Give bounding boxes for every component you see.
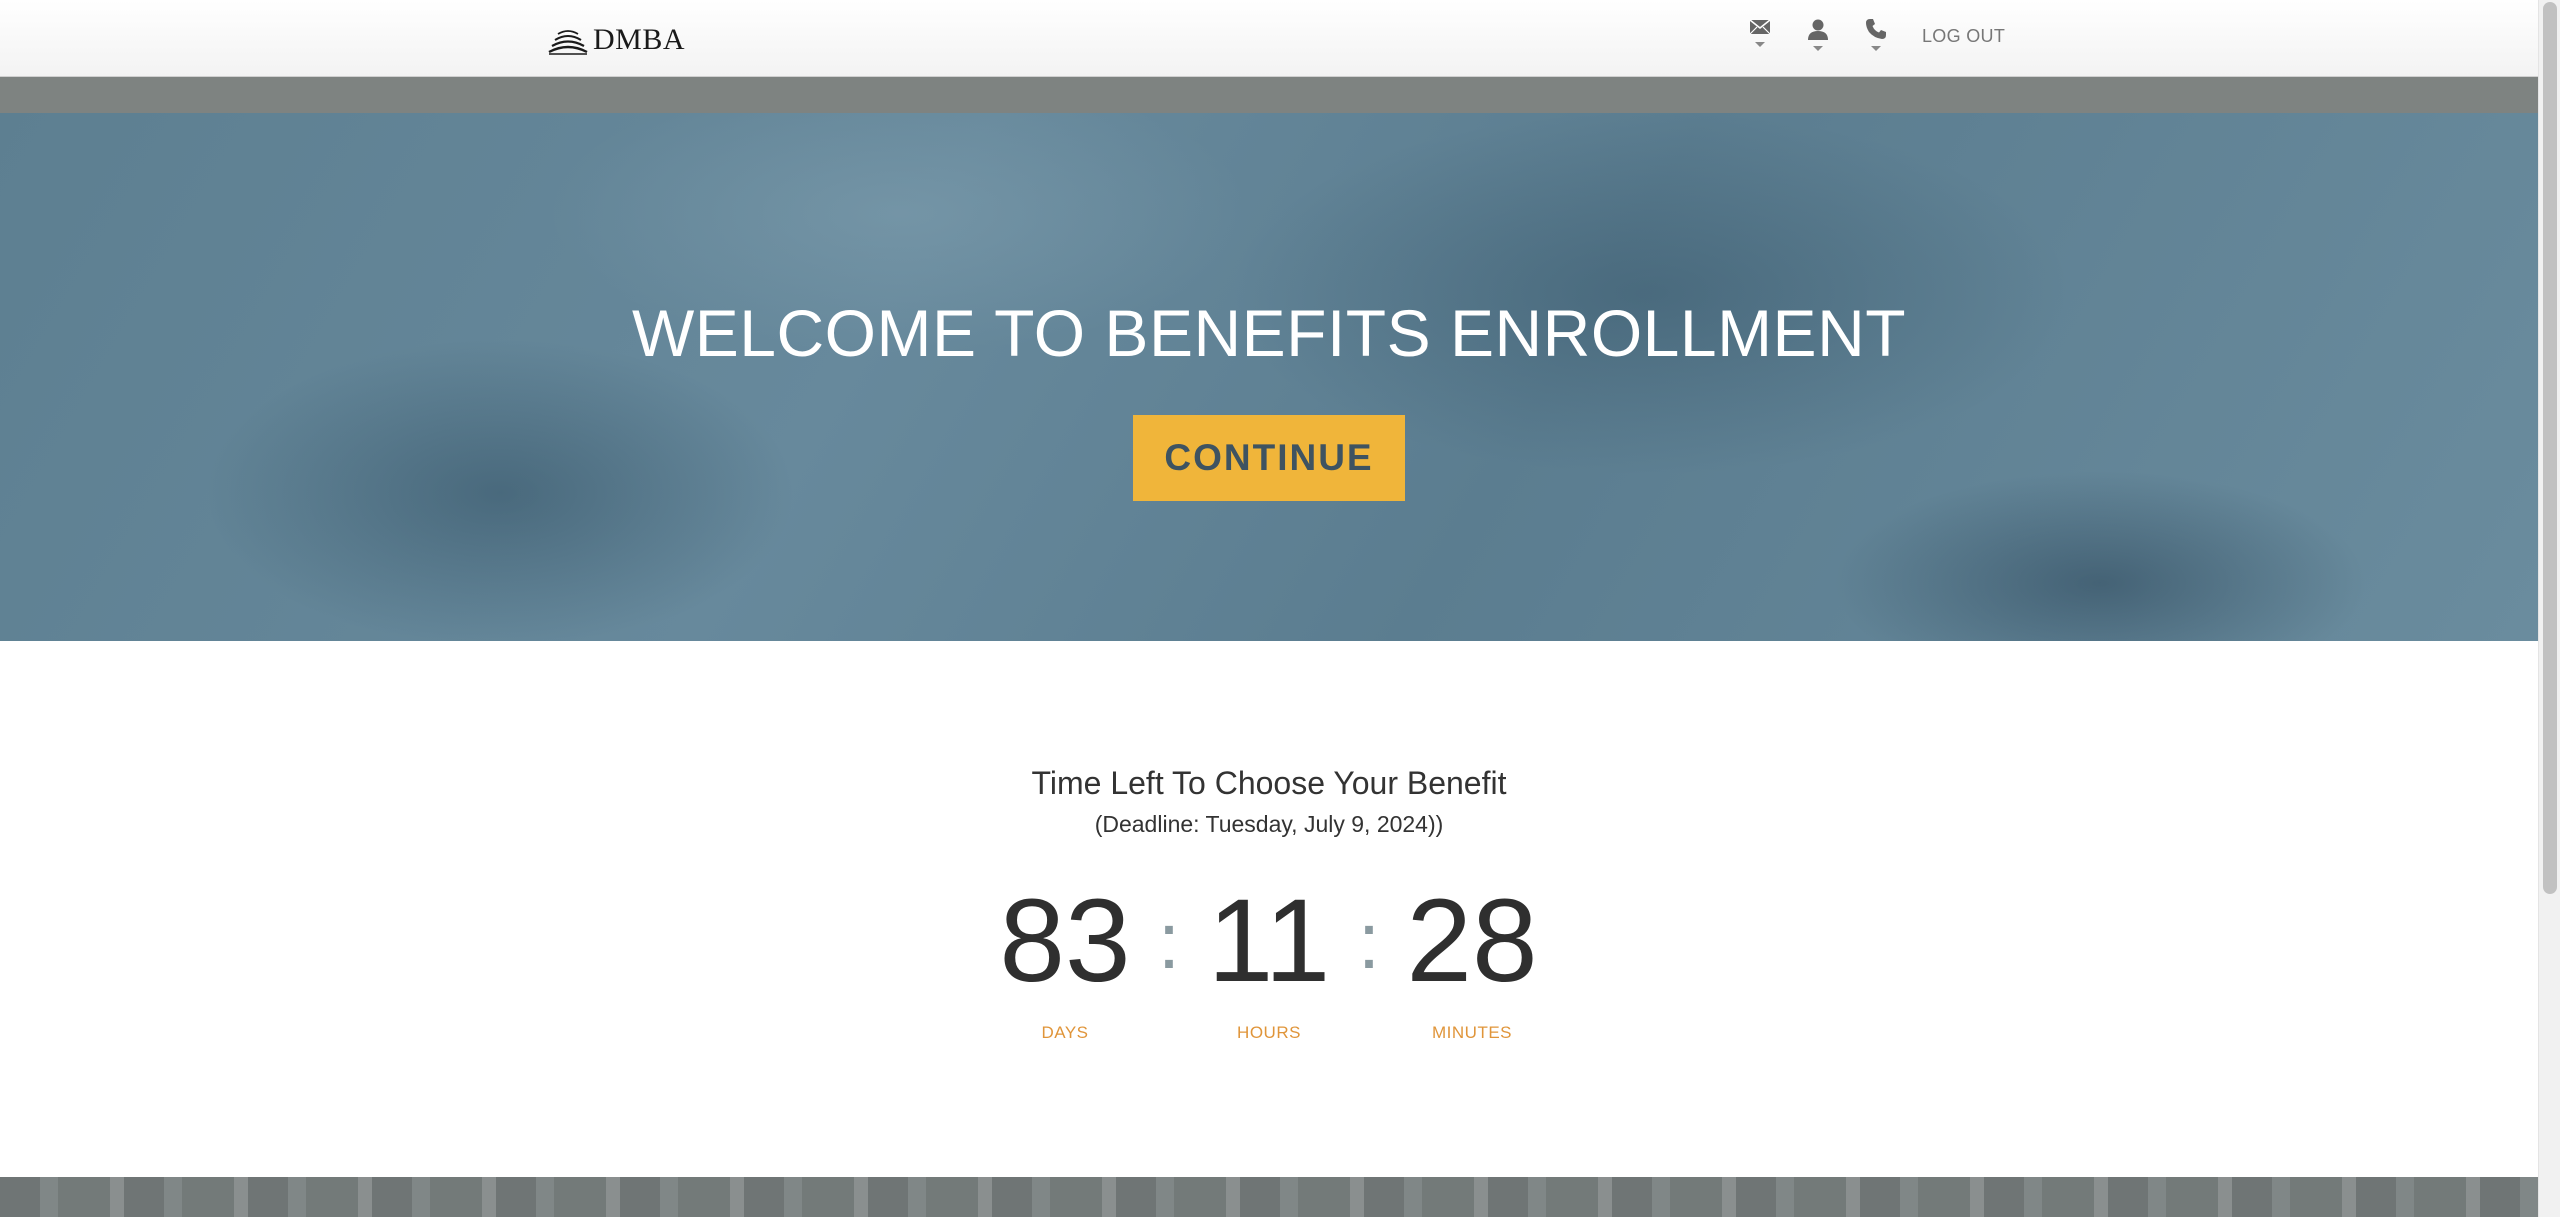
minutes-label: MINUTES [1432,1023,1512,1042]
top-header: DMBA LOG OUT [0,0,2538,77]
countdown-title: Time Left To Choose Your Benefit [1031,765,1507,801]
account-menu-button[interactable] [1796,18,1840,62]
chevron-down-icon [1871,46,1881,51]
scrollbar-thumb[interactable] [2543,2,2557,894]
hours-label: HOURS [1237,1023,1301,1042]
hero-title: WELCOME TO BENEFITS ENROLLMENT [631,296,1907,370]
dmba-logo[interactable]: DMBA [547,22,685,58]
page: DMBA LOG OUT WELCOME TO BENEFITS ENROLLM… [0,0,2560,1217]
countdown-section: Time Left To Choose Your Benefit (Deadli… [0,641,2538,1177]
chevron-down-icon [1755,42,1765,47]
days-unit: 83 DAYS [975,871,1155,1043]
continue-button[interactable]: CONTINUE [1133,415,1405,501]
hours-unit: 11 HOURS [1179,871,1359,1043]
page-scrollbar[interactable] [2538,0,2560,1217]
chevron-down-icon [1813,46,1823,51]
countdown-timer: 83 DAYS : 11 HOURS : 28 MINUTES [0,871,2538,1042]
mail-icon [1749,19,1771,35]
phone-icon [1866,19,1886,39]
header-divider-strip [0,77,2538,113]
logo-arcs-icon [548,30,588,55]
logo-text: DMBA [593,23,686,56]
days-label: DAYS [1041,1023,1089,1042]
minutes-value: 28 [1406,875,1538,1007]
mail-menu-button[interactable] [1738,18,1782,62]
days-value: 83 [999,875,1131,1007]
deadline-text: (Deadline: Tuesday, July 9, 2024)) [1094,811,1444,837]
logout-link[interactable]: LOG OUT [1922,26,2005,47]
hours-value: 11 [1207,875,1331,1007]
header-icon-group [1738,18,1912,62]
phone-menu-button[interactable] [1854,18,1898,62]
user-icon [1808,19,1828,40]
minutes-unit: 28 MINUTES [1382,871,1562,1043]
footer-city-photo [0,1177,2538,1217]
hero-banner: WELCOME TO BENEFITS ENROLLMENT CONTINUE [0,113,2538,641]
